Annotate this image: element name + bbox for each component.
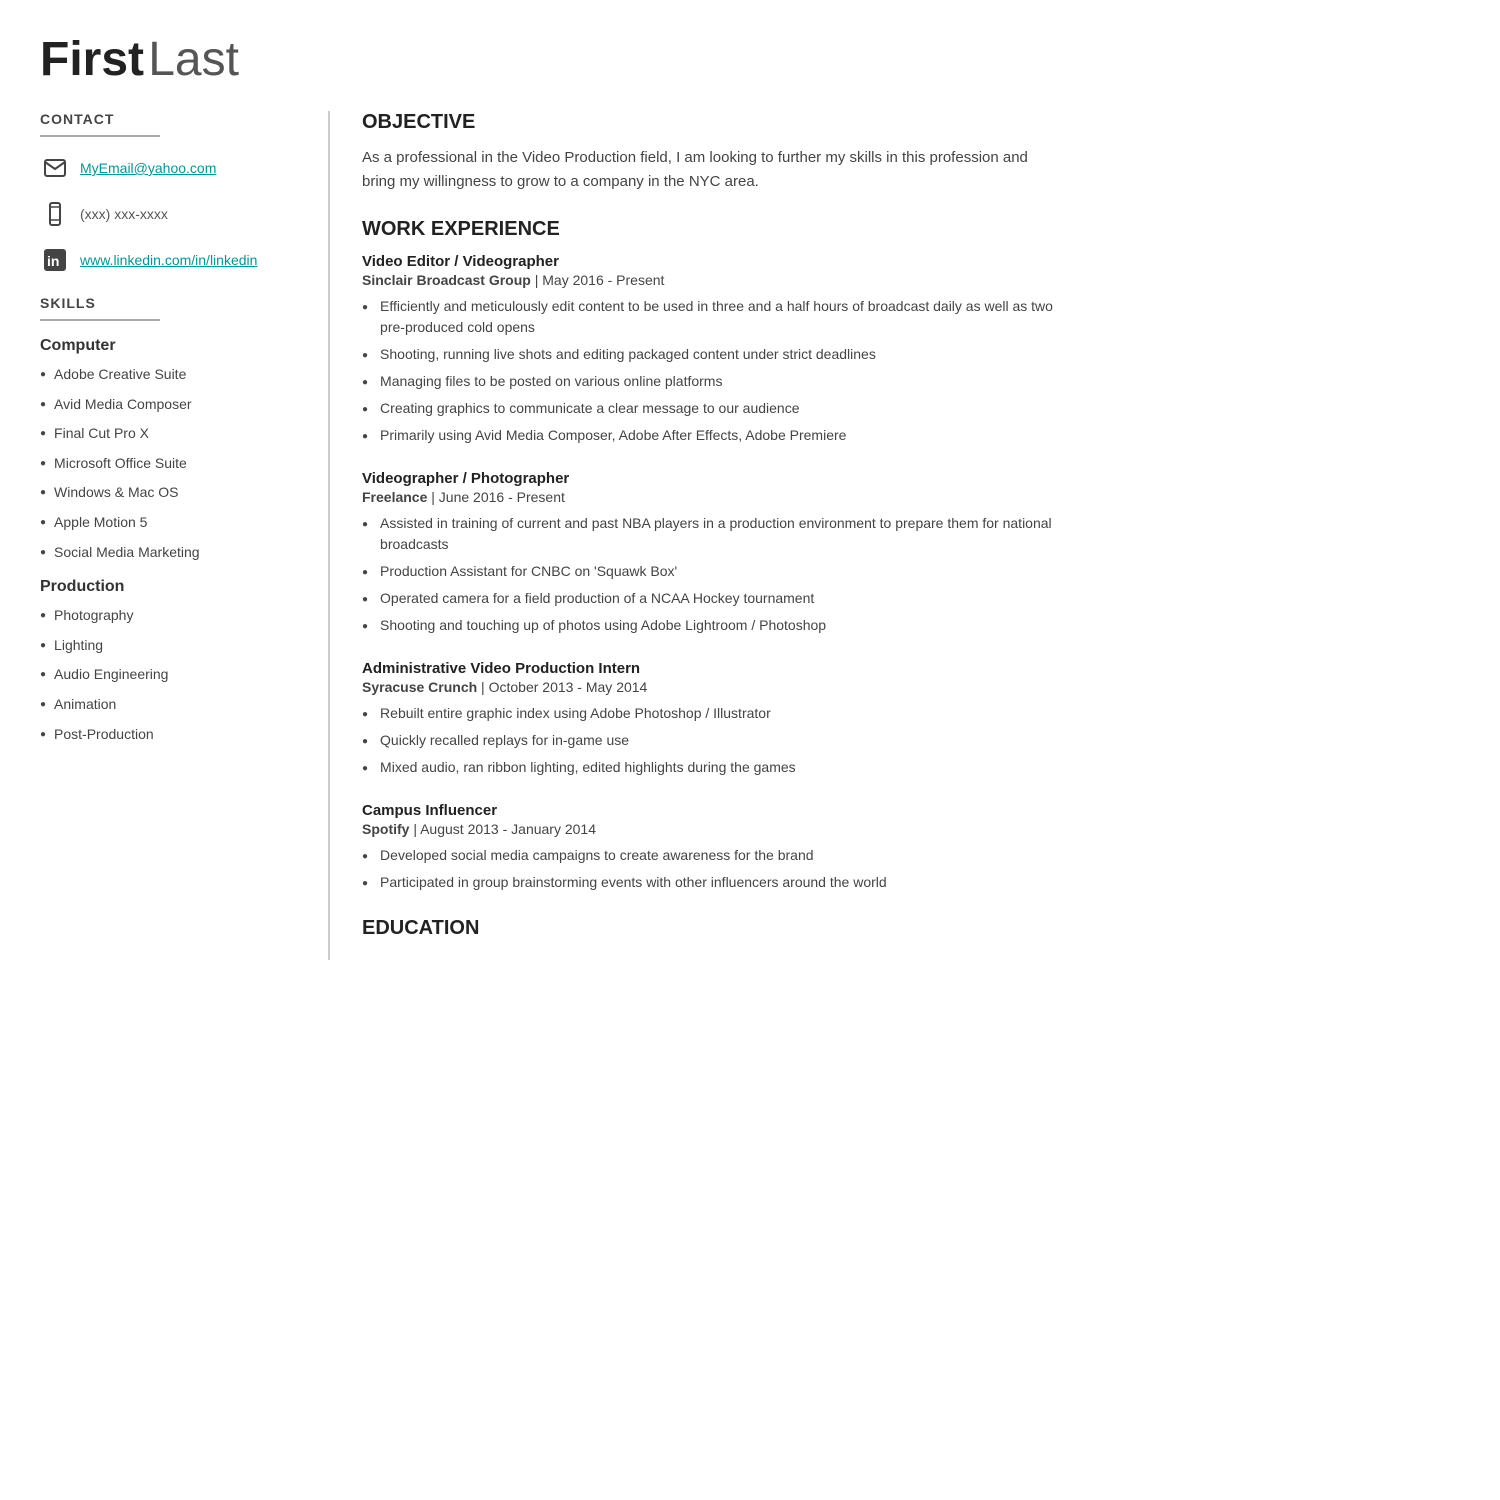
skill-item: Avid Media Composer (40, 395, 308, 415)
computer-skills-list: Adobe Creative Suite Avid Media Composer F… (40, 365, 308, 562)
job-company: Freelance (362, 489, 427, 505)
skill-item: Adobe Creative Suite (40, 365, 308, 385)
name-header: First Last (40, 32, 1060, 87)
job-company: Sinclair Broadcast Group (362, 272, 531, 288)
job-title: Videographer / Photographer (362, 470, 1060, 487)
contact-section: CONTACT MyEmail@yahoo.com (40, 111, 308, 275)
job-bullet: Shooting and touching up of photos using… (362, 615, 1060, 636)
linkedin-icon: in (40, 245, 70, 275)
job-bullet: Rebuilt entire graphic index using Adobe… (362, 703, 1060, 724)
job-title: Video Editor / Videographer (362, 253, 1060, 270)
job-bullet: Efficiently and meticulously edit conten… (362, 296, 1060, 338)
skill-item: Windows & Mac OS (40, 483, 308, 503)
job-title: Administrative Video Production Intern (362, 660, 1060, 677)
skill-item: Audio Engineering (40, 665, 308, 685)
job-bullet: Developed social media campaigns to crea… (362, 845, 1060, 866)
job-bullet: Production Assistant for CNBC on 'Squawk… (362, 561, 1060, 582)
email-contact: MyEmail@yahoo.com (40, 153, 308, 183)
job-subtitle: Spotify | August 2013 - January 2014 (362, 821, 1060, 837)
job-subtitle: Freelance | June 2016 - Present (362, 489, 1060, 505)
skill-item: Apple Motion 5 (40, 513, 308, 533)
job-entry: Videographer / Photographer Freelance | J… (362, 470, 1060, 636)
main-content: OBJECTIVE As a professional in the Video… (330, 111, 1060, 960)
email-link[interactable]: MyEmail@yahoo.com (80, 160, 216, 176)
contact-divider (40, 135, 160, 137)
skill-item: Microsoft Office Suite (40, 454, 308, 474)
first-name: First (40, 33, 144, 86)
objective-section: OBJECTIVE As a professional in the Video… (362, 111, 1060, 194)
skills-section: SKILLS Computer Adobe Creative Suite Avid… (40, 295, 308, 744)
last-name: Last (148, 33, 239, 86)
skills-label: SKILLS (40, 295, 308, 311)
skill-item: Post-Production (40, 725, 308, 745)
job-title: Campus Influencer (362, 802, 1060, 819)
work-experience-title: WORK EXPERIENCE (362, 218, 1060, 243)
linkedin-contact: in www.linkedin.com/in/linkedin (40, 245, 308, 275)
production-skills-list: Photography Lighting Audio Engineering Anim… (40, 606, 308, 744)
contact-label: CONTACT (40, 111, 308, 127)
job-subtitle: Syracuse Crunch | October 2013 - May 201… (362, 679, 1060, 695)
skill-item: Final Cut Pro X (40, 424, 308, 444)
job-subtitle: Sinclair Broadcast Group | May 2016 - Pr… (362, 272, 1060, 288)
skill-item: Lighting (40, 636, 308, 656)
job-bullet: Primarily using Avid Media Composer, Ado… (362, 425, 1060, 446)
objective-title: OBJECTIVE (362, 111, 1060, 136)
svg-text:in: in (47, 253, 59, 269)
skill-item: Social Media Marketing (40, 543, 308, 563)
job-bullet: Mixed audio, ran ribbon lighting, edited… (362, 757, 1060, 778)
education-title: EDUCATION (362, 917, 1060, 940)
linkedin-link[interactable]: www.linkedin.com/in/linkedin (80, 252, 257, 268)
job-bullet: Managing files to be posted on various o… (362, 371, 1060, 392)
work-experience-section: WORK EXPERIENCE Video Editor / Videograp… (362, 218, 1060, 893)
job-bullet: Quickly recalled replays for in-game use (362, 730, 1060, 751)
production-category: Production (40, 578, 308, 596)
computer-category: Computer (40, 337, 308, 355)
job-company: Spotify (362, 821, 409, 837)
main-layout: CONTACT MyEmail@yahoo.com (40, 111, 1060, 960)
job-entry: Administrative Video Production Intern Sy… (362, 660, 1060, 778)
education-section: EDUCATION (362, 917, 1060, 940)
job-bullet: Participated in group brainstorming even… (362, 872, 1060, 893)
job-entry: Video Editor / Videographer Sinclair Broa… (362, 253, 1060, 446)
job-entry: Campus Influencer Spotify | August 2013 -… (362, 802, 1060, 893)
phone-number: (xxx) xxx-xxxx (80, 206, 168, 222)
job-company: Syracuse Crunch (362, 679, 477, 695)
skill-item: Animation (40, 695, 308, 715)
phone-contact: (xxx) xxx-xxxx (40, 199, 308, 229)
sidebar: CONTACT MyEmail@yahoo.com (40, 111, 330, 960)
job-bullet: Assisted in training of current and past… (362, 513, 1060, 555)
job-bullet: Operated camera for a field production o… (362, 588, 1060, 609)
skills-divider (40, 319, 160, 321)
job-bullet: Creating graphics to communicate a clear… (362, 398, 1060, 419)
phone-icon (40, 199, 70, 229)
jobs-container: Video Editor / Videographer Sinclair Broa… (362, 253, 1060, 893)
job-bullets: Developed social media campaigns to crea… (362, 845, 1060, 893)
objective-text: As a professional in the Video Productio… (362, 146, 1060, 194)
job-bullets: Efficiently and meticulously edit conten… (362, 296, 1060, 446)
skill-item: Photography (40, 606, 308, 626)
job-bullet: Shooting, running live shots and editing… (362, 344, 1060, 365)
job-bullets: Assisted in training of current and past… (362, 513, 1060, 636)
job-bullets: Rebuilt entire graphic index using Adobe… (362, 703, 1060, 778)
email-icon (40, 153, 70, 183)
